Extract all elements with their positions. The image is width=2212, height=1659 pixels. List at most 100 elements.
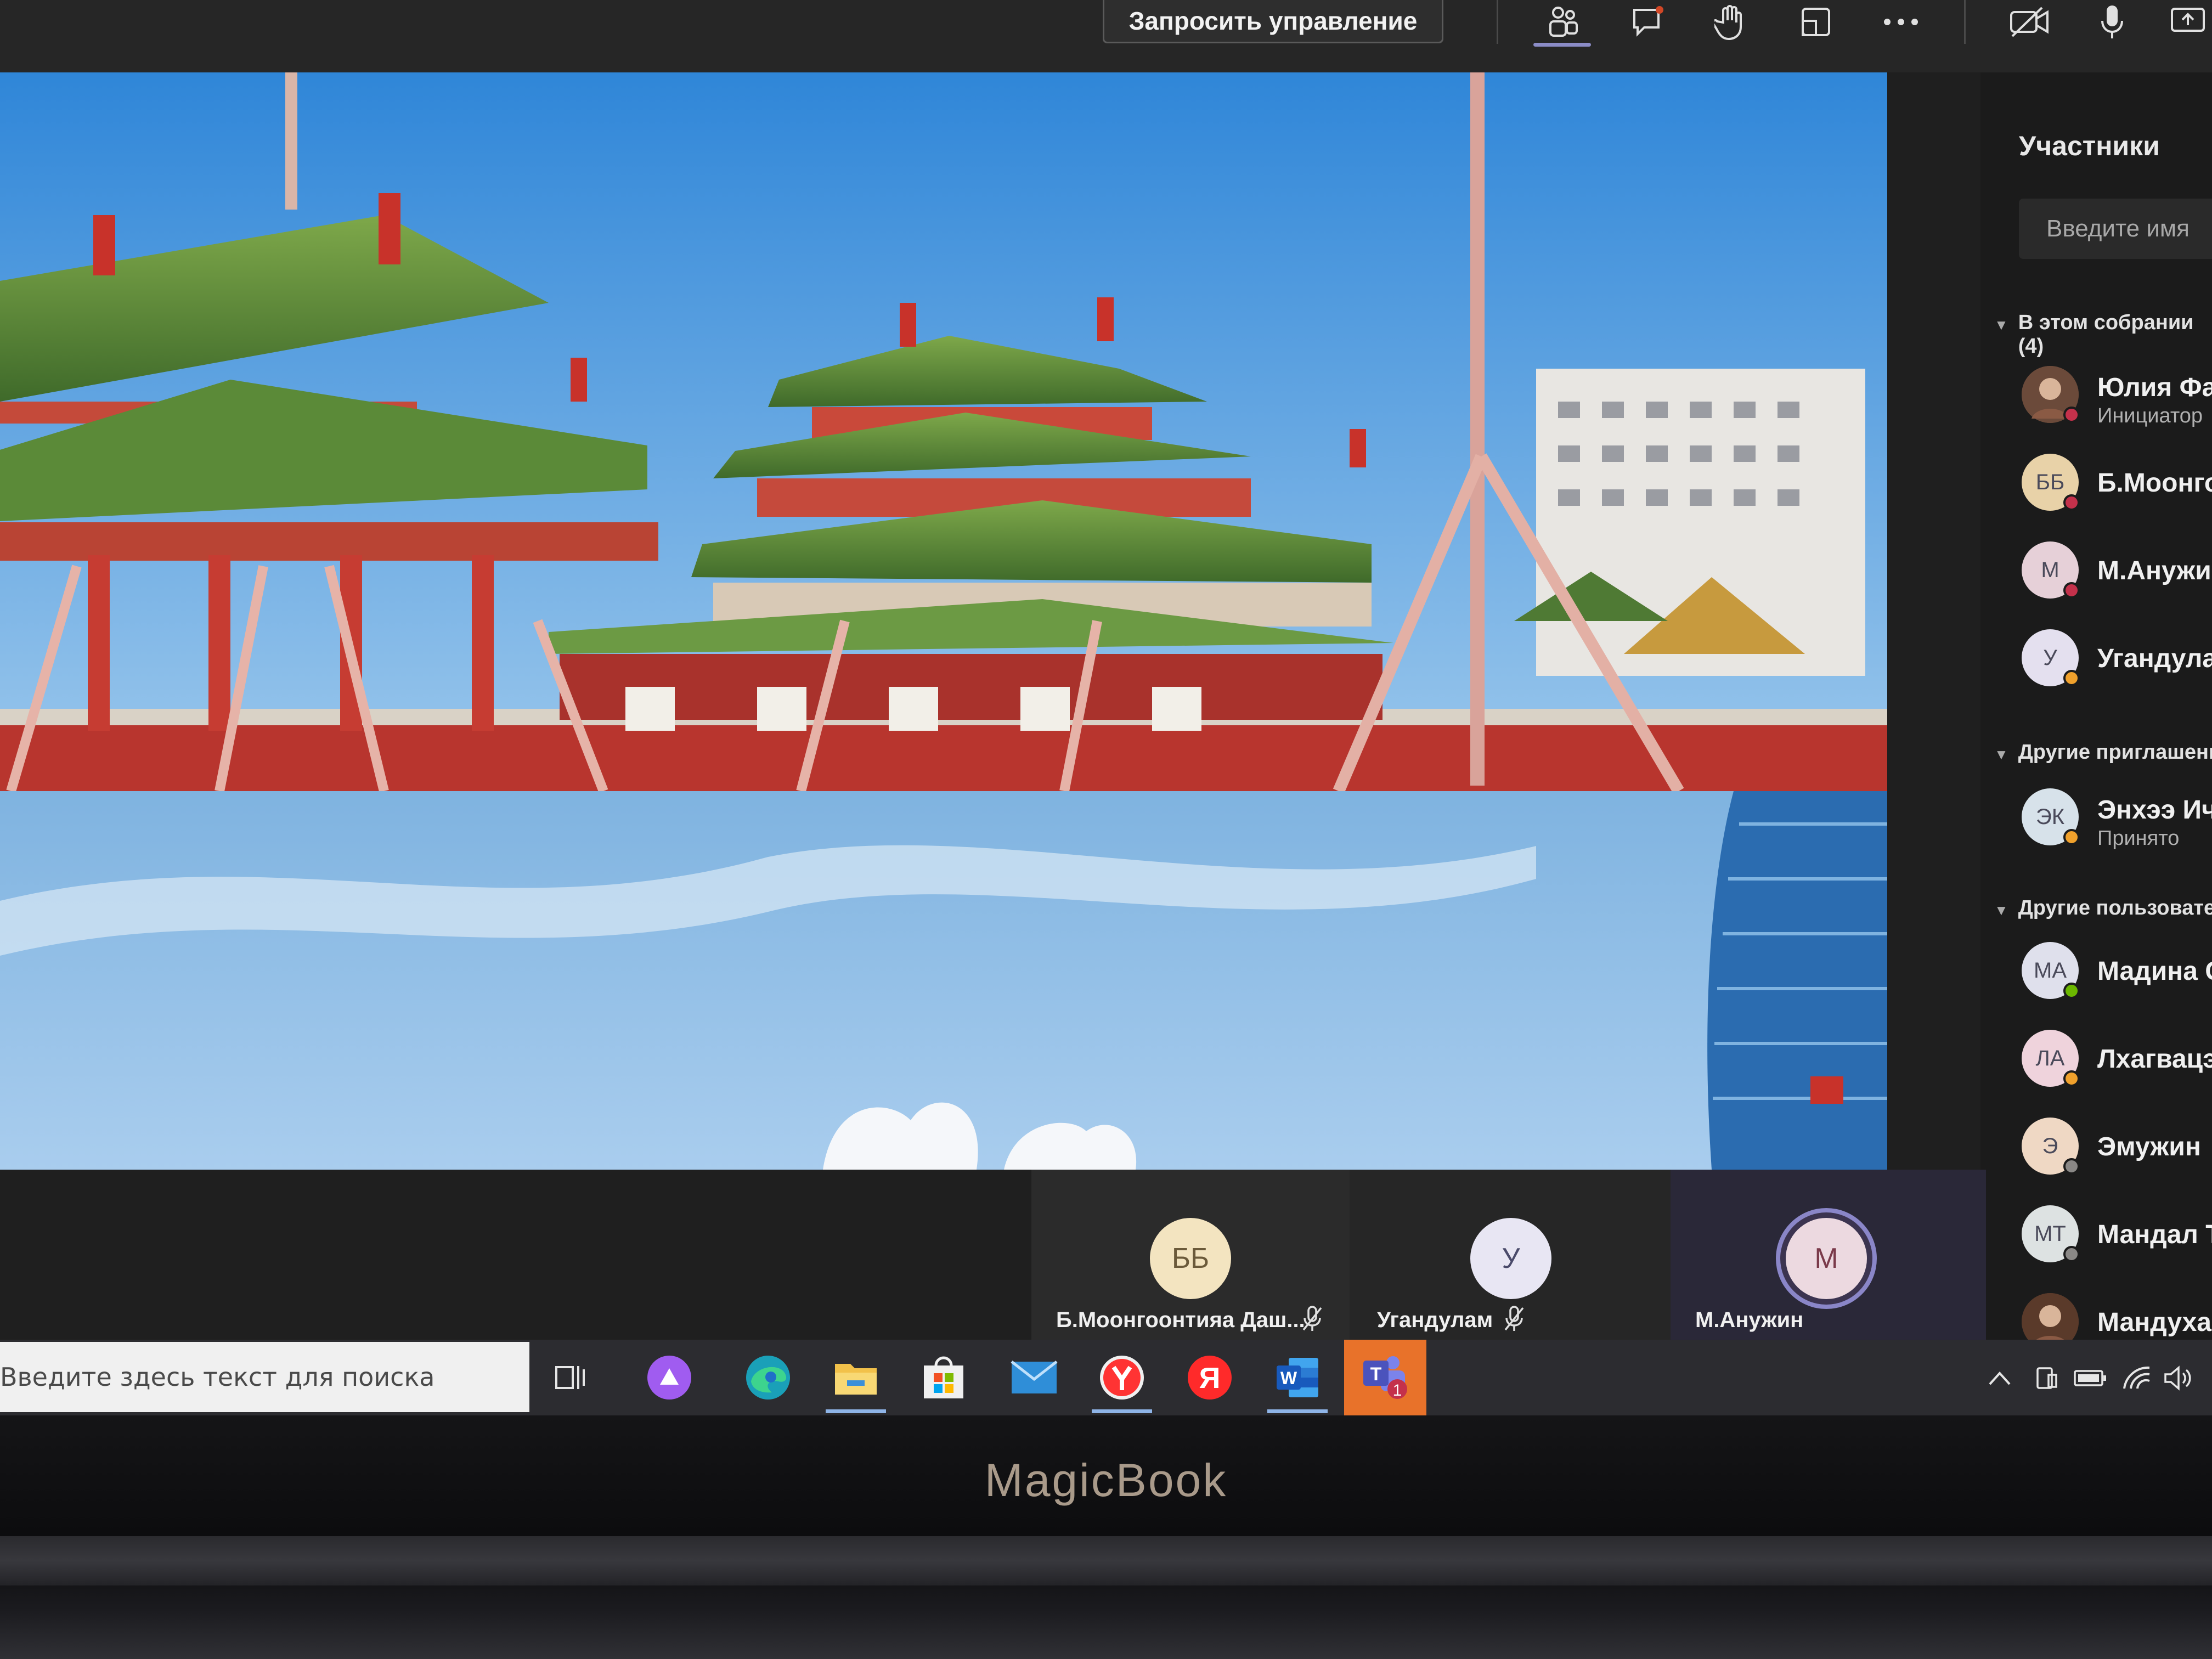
- tile-avatar: М: [1786, 1218, 1867, 1299]
- presence-status-icon: [2063, 829, 2080, 845]
- presence-status-icon: [2063, 670, 2080, 686]
- screen: Запросить управление Участники Введите и…: [0, 0, 2212, 1415]
- section-other-invited[interactable]: ▼ Другие приглашенн: [1994, 741, 2212, 764]
- teams-icon[interactable]: T1: [1344, 1340, 1426, 1415]
- presence-status-icon: [2063, 407, 2080, 423]
- section-other-users-label: Другие пользовате: [2018, 896, 2212, 919]
- rooms-icon[interactable]: [1788, 0, 1843, 44]
- section-other-users[interactable]: ▼ Другие пользовате: [1994, 896, 2212, 920]
- toolbar-divider: [1497, 0, 1498, 44]
- mail-icon[interactable]: [993, 1340, 1075, 1415]
- task-view-icon[interactable]: [529, 1340, 612, 1415]
- participant-list-item[interactable]: БББ.Моонгос: [2022, 454, 2212, 520]
- participant-list-item[interactable]: МТ Мандал Т: [2022, 1205, 2212, 1271]
- participant-list-item[interactable]: ММ.Анужин: [2022, 541, 2212, 607]
- participant-name: Эмужин: [2097, 1132, 2201, 1161]
- participant-name: Б.Моонгос: [2097, 469, 2212, 498]
- raise-hand-icon[interactable]: [1703, 0, 1758, 44]
- toolbar-divider: [1964, 0, 1966, 44]
- temple-photo: [0, 72, 1887, 791]
- active-tab-indicator: [1533, 43, 1591, 47]
- more-icon[interactable]: [1874, 0, 1928, 44]
- section-other-invited-label: Другие приглашенн: [2018, 741, 2212, 764]
- tile-avatar: ББ: [1150, 1218, 1231, 1299]
- running-indicator: [1092, 1409, 1152, 1413]
- chevron-down-icon: ▼: [1994, 902, 2008, 918]
- participant-name: М.Анужин: [2097, 556, 2212, 585]
- windows-taskbar: Я W T1: [0, 1340, 2212, 1415]
- participant-tile[interactable]: ББ Б.Моонгоонтияа Даш...: [1031, 1170, 1350, 1340]
- request-control-button[interactable]: Запросить управление: [1103, 0, 1443, 43]
- taskbar-search-input[interactable]: [0, 1342, 529, 1412]
- camera-off-icon[interactable]: [2002, 0, 2057, 44]
- participant-tiles: ББ Б.Моонгоонтияа Даш... У Угандулам М М…: [0, 1170, 1986, 1340]
- shared-screen-video: [0, 72, 1887, 1170]
- edge-icon[interactable]: [727, 1340, 809, 1415]
- participants-panel: Участники ▼ В этом собрании(4) Юлия ФарИ…: [1980, 72, 2212, 1340]
- participant-list-item[interactable]: ЛАЛхагвацэр: [2022, 1030, 2212, 1096]
- chat-icon[interactable]: [1621, 0, 1676, 44]
- presence-status-icon: [2063, 582, 2080, 599]
- participant-name: Мандал Т: [2097, 1220, 2212, 1249]
- participant-list-item[interactable]: УУгандулам: [2022, 629, 2212, 695]
- presence-status-icon: [2063, 983, 2080, 999]
- chevron-up-icon[interactable]: [1983, 1356, 2016, 1400]
- chevron-down-icon: ▼: [1994, 317, 2008, 333]
- laptop-brand: MagicBook: [984, 1454, 1228, 1506]
- participant-name: Юлия Фар: [2097, 373, 2212, 402]
- photo-avatar-icon: [2022, 1293, 2079, 1340]
- running-indicator: [1267, 1409, 1328, 1413]
- avatar: [2022, 1293, 2079, 1340]
- participant-name: Лхагвацэр: [2097, 1045, 2212, 1074]
- mic-off-icon: [1504, 1306, 1524, 1331]
- yandex-browser-icon[interactable]: [1081, 1340, 1163, 1415]
- participant-list-item[interactable]: ЭКЭнхээ ИчиПринято: [2022, 788, 2212, 854]
- alice-icon[interactable]: [628, 1340, 710, 1415]
- yandex-icon[interactable]: Я: [1169, 1340, 1251, 1415]
- participant-name: Энхээ Ичи: [2097, 795, 2212, 825]
- tile-avatar: У: [1470, 1218, 1551, 1299]
- participant-tile-active-speaker[interactable]: М М.Анужин: [1671, 1170, 1986, 1340]
- participant-search: [2019, 199, 2212, 259]
- battery-icon[interactable]: [2071, 1356, 2109, 1400]
- share-tray-icon[interactable]: [2162, 0, 2212, 44]
- participant-name: Мадина С: [2097, 957, 2212, 986]
- word-icon[interactable]: W: [1256, 1340, 1339, 1415]
- svg-text:T: T: [1370, 1364, 1382, 1385]
- presence-status-icon: [2063, 494, 2080, 511]
- laptop-hinge: [0, 1536, 2212, 1585]
- presence-status-icon: [2063, 1246, 2080, 1262]
- presence-status-icon: [2063, 1070, 2080, 1087]
- participant-list-item[interactable]: МА Мадина С: [2022, 942, 2212, 1008]
- panel-title: Участники: [2019, 131, 2160, 161]
- participant-tile[interactable]: У Угандулам: [1350, 1170, 1671, 1340]
- mic-off-icon: [1302, 1306, 1322, 1331]
- tile-name: М.Анужин: [1695, 1308, 1804, 1332]
- presence-status-icon: [2063, 1158, 2080, 1175]
- participant-role: Принято: [2097, 827, 2180, 850]
- wifi-icon[interactable]: [2118, 1356, 2156, 1400]
- section-in-meeting-label: В этом собрании (4): [2018, 311, 2194, 358]
- participant-list-item[interactable]: Э Эмужин: [2022, 1118, 2212, 1183]
- people-icon[interactable]: [1536, 0, 1591, 44]
- running-indicator: [826, 1409, 886, 1413]
- sky-photo: [0, 791, 1887, 1170]
- meeting-toolbar: Запросить управление: [0, 0, 2212, 72]
- file-explorer-icon[interactable]: [815, 1340, 897, 1415]
- tile-name: Угандулам: [1377, 1308, 1493, 1332]
- teams-badge: 1: [1393, 1381, 1402, 1400]
- store-icon[interactable]: [902, 1340, 985, 1415]
- taskbar-search: [0, 1342, 529, 1412]
- participant-search-input[interactable]: [2019, 199, 2212, 259]
- participant-list-item[interactable]: Мандухай: [2022, 1293, 2212, 1340]
- svg-text:W: W: [1280, 1368, 1297, 1388]
- chevron-down-icon: ▼: [1994, 746, 2008, 763]
- microphone-icon[interactable]: [2085, 0, 2140, 44]
- tablet-icon[interactable]: [2030, 1356, 2063, 1400]
- participant-role: Инициатор: [2097, 404, 2203, 427]
- participant-list-item[interactable]: Юлия ФарИнициатор: [2022, 366, 2212, 432]
- volume-icon[interactable]: [2159, 1356, 2197, 1400]
- section-in-meeting[interactable]: ▼ В этом собрании (4): [1994, 311, 2194, 358]
- participant-name: Угандулам: [2097, 644, 2212, 673]
- svg-text:Я: Я: [1199, 1362, 1221, 1395]
